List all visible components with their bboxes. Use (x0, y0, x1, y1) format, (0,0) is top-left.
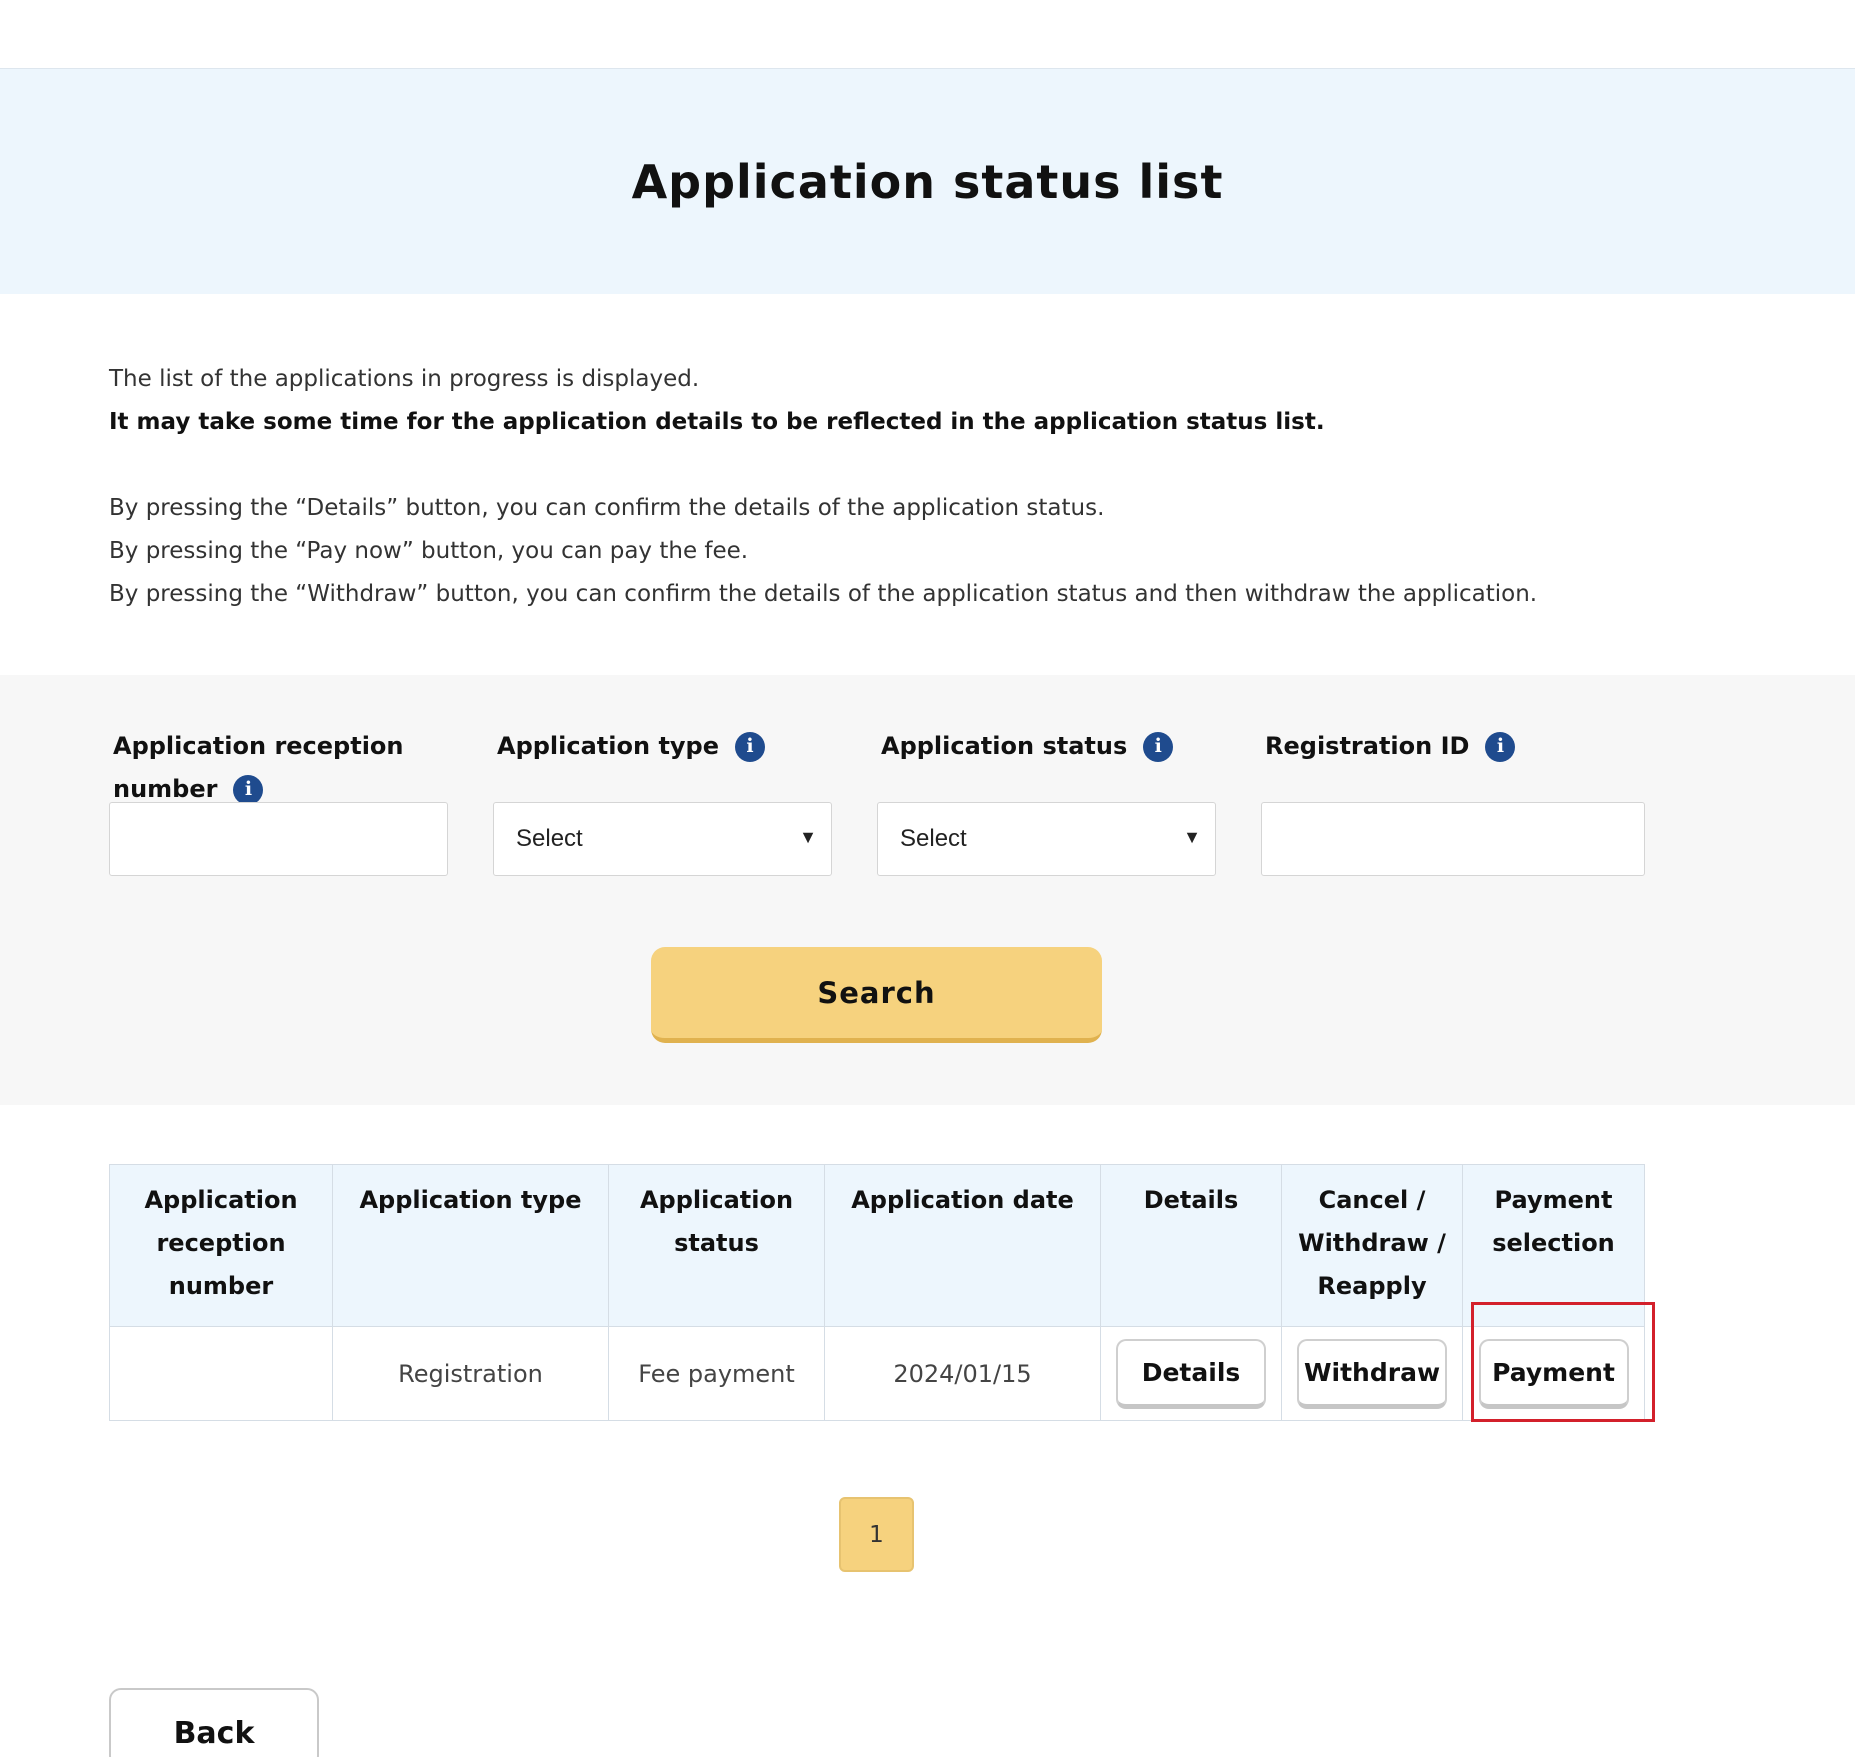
col-application-type: Application type (332, 1164, 609, 1327)
cell-application-status: Fee payment (608, 1326, 825, 1421)
withdraw-button[interactable]: Withdraw (1297, 1338, 1447, 1409)
search-button[interactable]: Search (651, 947, 1102, 1043)
back-button[interactable]: Back (109, 1688, 319, 1757)
info-circle-icon[interactable]: i (1143, 731, 1174, 762)
caret-down-icon: ▼ (1183, 827, 1201, 847)
application-status-label: Application status i (881, 725, 1174, 768)
cell-application-date: 2024/01/15 (824, 1326, 1101, 1421)
info-circle-icon[interactable]: i (1485, 731, 1516, 762)
reception-number-input[interactable] (109, 802, 448, 876)
info-circle-icon[interactable]: i (233, 774, 264, 805)
info-circle-icon[interactable]: i (735, 731, 766, 762)
results-table: Application reception number Application… (109, 1164, 1645, 1421)
intro-text: The list of the applications in progress… (109, 358, 1709, 616)
table-row: Registration Fee payment 2024/01/15 Deta… (109, 1326, 1645, 1421)
search-filter-panel: Application reception number i Applicati… (0, 675, 1855, 1105)
col-application-date: Application date (824, 1164, 1101, 1327)
registration-id-label: Registration ID i (1265, 725, 1516, 768)
intro-line-pay: By pressing the “Pay now” button, you ca… (109, 538, 749, 564)
payment-highlight-box (1471, 1302, 1655, 1422)
pagination-page-1[interactable]: 1 (839, 1497, 914, 1572)
intro-line-1: The list of the applications in progress… (109, 366, 700, 392)
intro-line-withdraw: By pressing the “Withdraw” button, you c… (109, 581, 1538, 607)
title-banner: Application status list (0, 69, 1855, 294)
col-application-status: Application status (608, 1164, 825, 1327)
intro-notice: It may take some time for the applicatio… (109, 409, 1325, 435)
application-type-select[interactable]: Select ▼ (493, 802, 832, 876)
application-status-select[interactable]: Select ▼ (877, 802, 1216, 876)
registration-id-input[interactable] (1261, 802, 1645, 876)
col-reception-number: Application reception number (109, 1164, 333, 1327)
cell-application-type: Registration (332, 1326, 609, 1421)
table-header-row: Application reception number Application… (109, 1164, 1645, 1327)
col-details: Details (1100, 1164, 1282, 1327)
application-type-label: Application type i (497, 725, 766, 768)
reception-number-label: Application reception number i (113, 732, 404, 805)
caret-down-icon: ▼ (799, 827, 817, 847)
cell-details: Details (1100, 1326, 1282, 1421)
top-header-bar (0, 0, 1855, 69)
intro-line-details: By pressing the “Details” button, you ca… (109, 495, 1105, 521)
cell-reception-number (109, 1326, 333, 1421)
page-title: Application status list (631, 154, 1224, 209)
col-cancel-withdraw: Cancel / Withdraw / Reapply (1281, 1164, 1463, 1327)
cell-withdraw: Withdraw (1281, 1326, 1463, 1421)
details-button[interactable]: Details (1116, 1338, 1266, 1409)
